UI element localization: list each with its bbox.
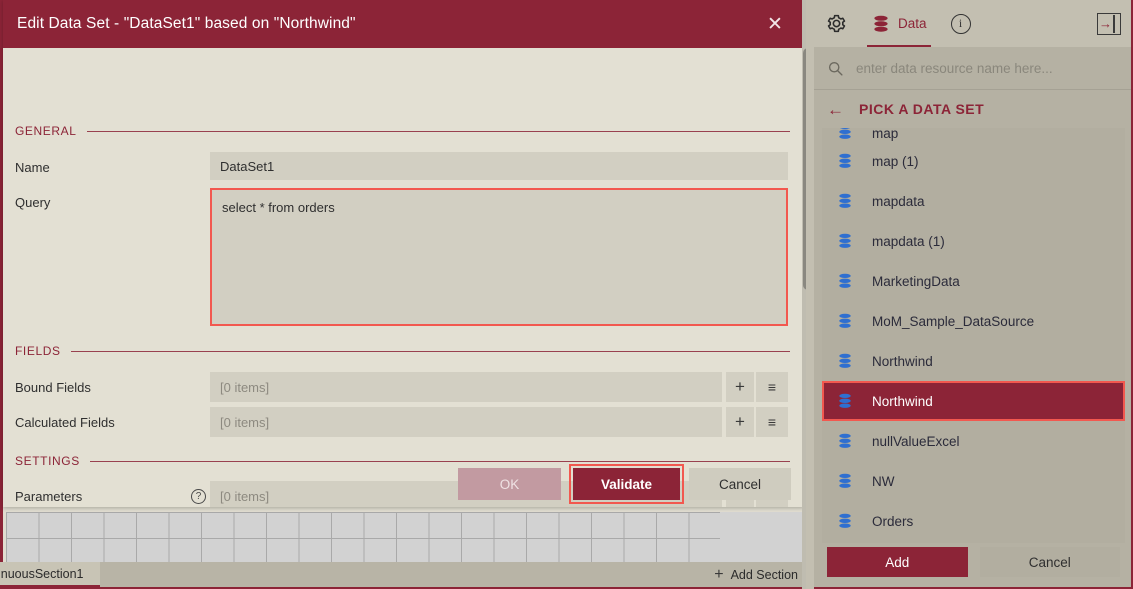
panel-scrollbar-track[interactable] xyxy=(806,0,814,589)
list-item-label: MarketingData xyxy=(872,273,960,289)
dialog-cancel-button[interactable]: Cancel xyxy=(689,468,791,500)
ok-button[interactable]: OK xyxy=(458,468,561,500)
name-input[interactable]: DataSet1 xyxy=(210,152,788,180)
add-section-button[interactable]: + Add Section xyxy=(714,562,798,587)
database-icon xyxy=(839,193,851,208)
panel-cancel-button[interactable]: Cancel xyxy=(979,547,1120,577)
section-header-fields-label: FIELDS xyxy=(15,344,61,358)
database-icon xyxy=(839,473,851,488)
calculated-fields-label: Calculated Fields xyxy=(15,415,115,430)
calculated-fields-menu-button[interactable]: ≡ xyxy=(756,407,788,437)
section-header-general-label: GENERAL xyxy=(15,124,77,138)
list-item[interactable]: Orders xyxy=(822,501,1125,541)
tab-data-label: Data xyxy=(898,16,927,31)
collapse-panel-button[interactable]: → xyxy=(1097,12,1121,35)
list-item[interactable]: map xyxy=(822,128,1125,141)
plus-icon: + xyxy=(714,565,724,583)
list-item-label: map (1) xyxy=(872,153,919,169)
divider xyxy=(89,460,790,462)
list-item[interactable]: MoM_Sample_DataSource xyxy=(822,301,1125,341)
tab-properties[interactable] xyxy=(814,0,859,47)
dialog-title-bar: Edit Data Set - "DataSet1" based on "Nor… xyxy=(3,0,804,48)
section-tab-continuoussection1[interactable]: inuousSection1 xyxy=(0,562,100,587)
dialog-title: Edit Data Set - "DataSet1" based on "Nor… xyxy=(17,15,356,32)
data-resource-panel: Data i → ← PICK A DATA SET xyxy=(814,0,1133,589)
search-icon xyxy=(828,61,843,76)
pick-a-data-set-header: ← PICK A DATA SET xyxy=(814,90,1131,128)
section-tab-bar: inuousSection1 + Add Section xyxy=(0,562,806,589)
database-icon xyxy=(839,353,851,368)
design-canvas-margin xyxy=(720,512,809,564)
database-icon xyxy=(839,393,851,408)
search-row xyxy=(814,47,1131,90)
list-item-label: Orders xyxy=(872,513,914,529)
list-item-label: mapdata (1) xyxy=(872,233,945,249)
database-icon xyxy=(839,128,851,139)
section-header-general: GENERAL xyxy=(15,124,790,138)
pick-a-data-set-title: PICK A DATA SET xyxy=(859,101,985,117)
list-item-label: nullValueExcel xyxy=(872,433,960,449)
back-arrow-icon[interactable]: ← xyxy=(827,101,844,118)
tab-data[interactable]: Data xyxy=(859,0,939,47)
search-input[interactable] xyxy=(856,60,1131,76)
database-icon xyxy=(839,433,851,448)
gear-icon xyxy=(827,14,846,33)
bound-fields-add-button[interactable]: + xyxy=(726,372,754,402)
list-item[interactable]: map (1) xyxy=(822,141,1125,181)
add-section-label: Add Section xyxy=(730,567,798,582)
query-textarea[interactable]: select * from orders xyxy=(210,188,788,326)
close-icon[interactable]: ✕ xyxy=(762,11,788,37)
add-button[interactable]: Add xyxy=(827,547,968,577)
panel-tab-strip: Data i → xyxy=(814,0,1131,47)
list-item[interactable]: NW xyxy=(822,461,1125,501)
database-icon xyxy=(874,15,888,32)
calculated-fields-add-button[interactable]: + xyxy=(726,407,754,437)
parameters-label: Parameters xyxy=(15,489,83,504)
bound-fields-menu-button[interactable]: ≡ xyxy=(756,372,788,402)
section-header-fields: FIELDS xyxy=(15,344,790,358)
info-icon: i xyxy=(950,13,971,34)
list-item[interactable]: mapdata xyxy=(822,181,1125,221)
name-label: Name xyxy=(15,160,50,175)
list-item-label: Northwind xyxy=(872,393,933,409)
database-icon xyxy=(839,313,851,328)
data-set-list[interactable]: map map (1) mapdata mapdata (1) Marketin… xyxy=(822,128,1125,543)
section-header-settings-label: SETTINGS xyxy=(15,454,80,468)
application-window: inuousSection1 + Add Section Edit Data S… xyxy=(0,0,1133,589)
validate-button[interactable]: Validate xyxy=(573,468,680,500)
list-item-selected[interactable]: Northwind xyxy=(822,381,1125,421)
divider xyxy=(70,350,790,352)
list-item[interactable]: mapdata (1) xyxy=(822,221,1125,261)
query-label: Query xyxy=(15,195,51,210)
bound-fields-input[interactable]: [0 items] xyxy=(210,372,722,402)
panel-edge-bar xyxy=(1113,14,1115,33)
tab-info[interactable]: i xyxy=(939,0,983,47)
dialog-body: GENERAL Name DataSet1 Query select * fro… xyxy=(3,48,804,507)
divider xyxy=(86,130,790,132)
arrow-right-icon: → xyxy=(1099,16,1112,31)
list-item-label: mapdata xyxy=(872,193,925,209)
list-item[interactable]: Northwind xyxy=(822,341,1125,381)
list-item-label: map xyxy=(872,128,899,141)
list-item-label: NW xyxy=(872,473,895,489)
bound-fields-label: Bound Fields xyxy=(15,380,91,395)
edit-data-set-dialog: Edit Data Set - "DataSet1" based on "Nor… xyxy=(3,0,804,507)
list-item-label: Northwind xyxy=(872,353,933,369)
database-icon xyxy=(839,513,851,528)
list-item[interactable]: MarketingData xyxy=(822,261,1125,301)
section-tab-label: inuousSection1 xyxy=(0,566,84,581)
database-icon xyxy=(839,233,851,248)
calculated-fields-input[interactable]: [0 items] xyxy=(210,407,722,437)
list-item-label: MoM_Sample_DataSource xyxy=(872,313,1035,329)
panel-footer: Add Cancel xyxy=(814,547,1133,577)
help-icon[interactable]: ? xyxy=(191,489,206,504)
database-icon xyxy=(839,153,851,168)
database-icon xyxy=(839,273,851,288)
list-item[interactable]: nullValueExcel xyxy=(822,421,1125,461)
design-canvas-grid[interactable] xyxy=(6,512,720,564)
